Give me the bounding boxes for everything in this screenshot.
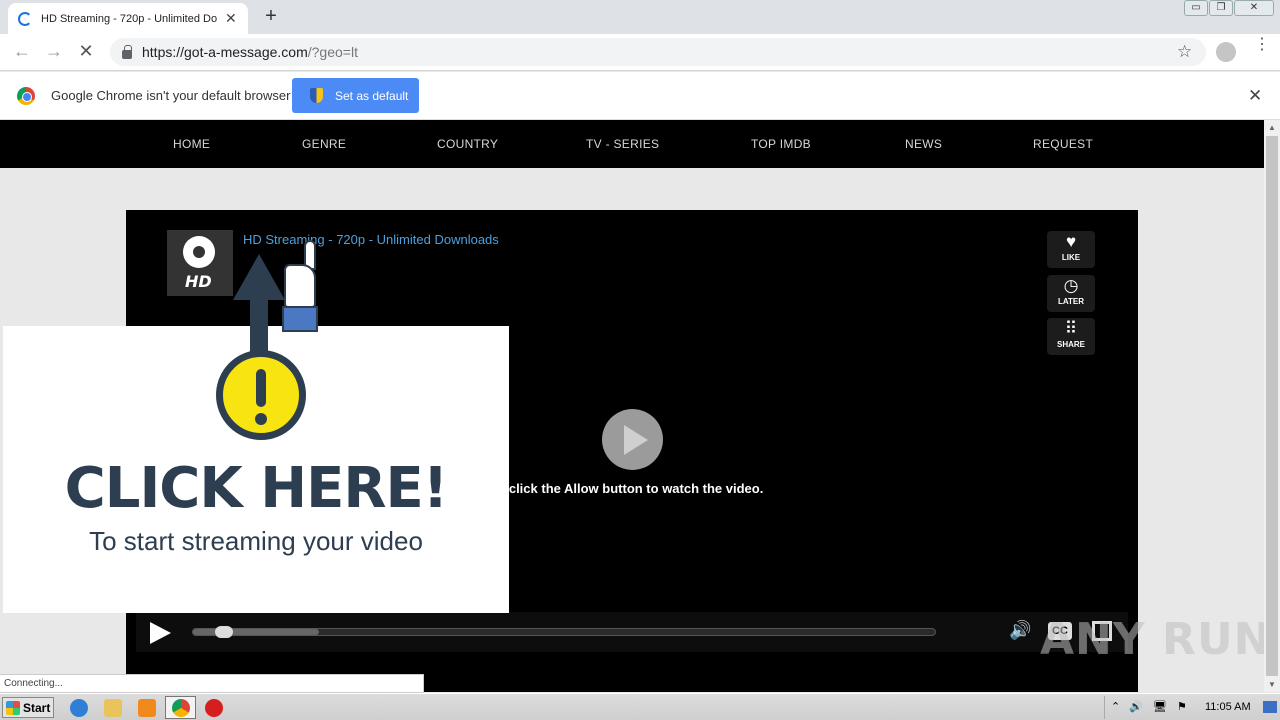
show-desktop-icon[interactable] xyxy=(1263,701,1277,713)
page-scrollbar[interactable]: ▲ ▼ xyxy=(1264,120,1280,692)
tray-network-icon[interactable]: 🖥 xyxy=(1153,700,1167,713)
tray-expand-icon[interactable]: ⌃ xyxy=(1111,700,1120,713)
new-tab-button[interactable]: + xyxy=(260,5,282,28)
tab-title: HD Streaming - 720p - Unlimited Download… xyxy=(41,12,217,25)
share-label: SHARE xyxy=(1056,340,1085,349)
ad-subline: To start streaming your video xyxy=(89,526,423,556)
clock-icon: ◷ xyxy=(1063,276,1079,295)
scroll-down-icon[interactable]: ▼ xyxy=(1268,680,1276,689)
hand-cuff xyxy=(282,306,318,332)
big-play-button[interactable] xyxy=(602,409,663,470)
ad-headline: CLICK HERE! xyxy=(64,456,449,521)
scroll-thumb[interactable] xyxy=(1266,136,1278,676)
uac-shield-icon xyxy=(310,88,323,103)
bookmark-star-icon[interactable]: ☆ xyxy=(1177,42,1192,62)
loading-spinner-icon xyxy=(18,11,32,26)
minimize-button[interactable]: ▭ xyxy=(1184,0,1208,16)
tray-flag-icon[interactable]: ⚑ xyxy=(1177,700,1187,713)
infobar-message: Google Chrome isn't your default browser xyxy=(51,88,291,103)
opera-icon[interactable] xyxy=(205,699,223,717)
video-thumbnail: HD xyxy=(167,230,233,296)
restore-button[interactable]: ❐ xyxy=(1209,0,1233,16)
hand-palm xyxy=(284,264,316,308)
set-as-default-button[interactable]: Set as default xyxy=(292,78,419,113)
film-reel-icon xyxy=(183,236,215,268)
nav-top-imdb[interactable]: TOP IMDB xyxy=(751,137,811,151)
nav-request[interactable]: REQUEST xyxy=(1033,137,1093,151)
progress-bar[interactable] xyxy=(192,626,936,638)
start-button[interactable]: Start xyxy=(2,697,54,718)
nav-tv-series[interactable]: TV - SERIES xyxy=(586,137,659,151)
volume-icon[interactable]: 🔊 xyxy=(1009,620,1031,641)
back-button[interactable]: ← xyxy=(10,41,34,62)
later-label: LATER xyxy=(1057,297,1085,306)
forward-button[interactable]: → xyxy=(42,41,66,62)
window-close-button[interactable]: ✕ xyxy=(1234,0,1274,16)
anyrun-watermark: ANY RUN xyxy=(1040,614,1272,665)
player-controls: 🔊 CC xyxy=(136,612,1128,652)
tray-volume-icon[interactable]: 🔊 xyxy=(1129,700,1143,713)
allow-message: e click the Allow button to watch the vi… xyxy=(498,481,764,496)
share-icon: ⠿ xyxy=(1064,319,1078,338)
infobar-close-button[interactable]: ✕ xyxy=(1248,86,1262,106)
ad-arrow-shaft xyxy=(250,294,268,354)
taskbar-chrome-button[interactable] xyxy=(165,696,196,719)
progress-buffered xyxy=(193,629,320,635)
heart-icon: ♥ xyxy=(1065,232,1077,251)
system-tray: ⌃ 🔊 🖥 ⚑ 11:05 AM xyxy=(1104,696,1280,719)
scroll-up-icon[interactable]: ▲ xyxy=(1268,123,1276,132)
stop-loading-button[interactable]: ✕ xyxy=(74,41,98,62)
lock-icon xyxy=(122,44,132,59)
set-as-default-label: Set as default xyxy=(335,88,409,103)
default-browser-infobar: Google Chrome isn't your default browser… xyxy=(0,72,1280,120)
nav-news[interactable]: NEWS xyxy=(905,137,942,151)
internet-explorer-icon[interactable] xyxy=(70,699,88,717)
exclamation-alert-icon xyxy=(216,350,306,440)
play-icon[interactable] xyxy=(150,622,171,644)
nav-country[interactable]: COUNTRY xyxy=(437,137,498,151)
status-bubble: Connecting... xyxy=(0,674,424,693)
like-button[interactable]: ♥ LIKE xyxy=(1047,231,1095,268)
windows-flag-icon xyxy=(6,700,20,715)
start-label: Start xyxy=(23,700,51,715)
chrome-logo-icon xyxy=(17,87,35,105)
pointing-hand-icon xyxy=(282,240,320,332)
tab-strip: HD Streaming - 720p - Unlimited Download… xyxy=(0,0,1280,34)
chrome-icon xyxy=(172,699,190,717)
url-host: https://got-a-message.com xyxy=(142,44,308,60)
watch-later-button[interactable]: ◷ LATER xyxy=(1047,275,1095,312)
nav-genre[interactable]: GENRE xyxy=(302,137,346,151)
address-bar[interactable]: https://got-a-message.com /?geo=lt xyxy=(110,38,1206,66)
site-nav: HOME GENRE COUNTRY TV - SERIES TOP IMDB … xyxy=(0,120,1264,168)
windows-taskbar: Start ⌃ 🔊 🖥 ⚑ 11:05 AM xyxy=(0,693,1280,720)
tab-close-button[interactable]: ✕ xyxy=(225,10,237,27)
clock[interactable]: 11:05 AM xyxy=(1205,701,1251,713)
share-button[interactable]: ⠿ SHARE xyxy=(1047,318,1095,355)
browser-tab[interactable]: HD Streaming - 720p - Unlimited Download… xyxy=(8,3,248,34)
chrome-menu-icon[interactable]: ⋮ xyxy=(1254,37,1270,53)
file-explorer-icon[interactable] xyxy=(104,699,122,717)
profile-avatar[interactable] xyxy=(1216,42,1236,62)
hd-label: HD xyxy=(185,272,212,291)
progress-handle[interactable] xyxy=(215,626,234,638)
media-player-icon[interactable] xyxy=(138,699,156,717)
url-path: /?geo=lt xyxy=(307,44,358,60)
like-label: LIKE xyxy=(1061,253,1081,262)
browser-toolbar: ← → ✕ https://got-a-message.com /?geo=lt… xyxy=(0,34,1280,71)
nav-home[interactable]: HOME xyxy=(173,137,210,151)
